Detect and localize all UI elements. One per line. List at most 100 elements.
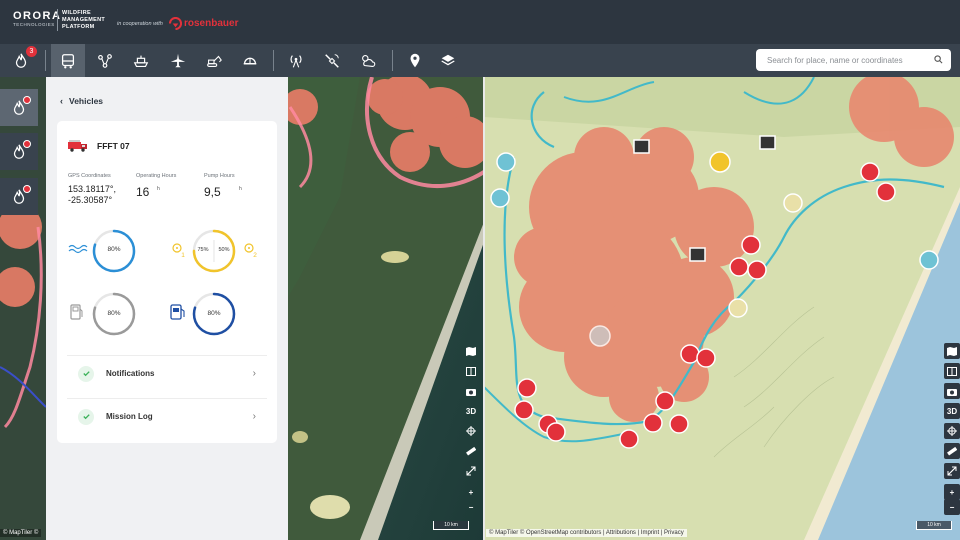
foam-2-index: 2 (253, 252, 257, 259)
partner-name: rosenbauer (184, 18, 239, 29)
topographic-map[interactable] (484, 77, 960, 540)
map-style-button[interactable] (944, 343, 960, 359)
split-view-icon (947, 366, 957, 376)
back-label: Vehicles (69, 96, 104, 106)
crosshair-icon (947, 426, 957, 436)
fire-event-card[interactable] (0, 89, 38, 126)
3d-toggle-button[interactable]: 3D (944, 403, 960, 419)
zoom-out-button[interactable]: − (463, 499, 479, 515)
camera-icon (466, 388, 476, 396)
fire-event-card[interactable] (0, 178, 38, 215)
screenshot-button[interactable] (463, 383, 479, 399)
map-icon (947, 346, 957, 356)
partner-logo: rosenbauer (169, 17, 238, 30)
gps-line-1: 153.18117°, (68, 184, 116, 194)
locate-button[interactable] (463, 423, 479, 439)
layers-icon (441, 54, 455, 65)
top-bar: ORORA TECHNOLOGIES WILDFIRE MANAGEMENT P… (0, 0, 960, 44)
water-level-text: 80% (107, 246, 121, 253)
vehicle-card: FFFT 07 GPS Coordinates 153.18117°, -25.… (57, 121, 277, 443)
logo-main-text: ORORA (13, 10, 62, 22)
boat-icon (133, 55, 149, 67)
map-icon (466, 346, 476, 356)
alert-dot (23, 96, 31, 104)
split-view-button[interactable] (944, 363, 960, 379)
excavator-icon (207, 55, 222, 67)
chevron-right-icon: › (252, 368, 256, 379)
network-icon (98, 53, 112, 68)
ruler-icon (947, 446, 957, 456)
alert-dot (23, 185, 31, 193)
measure-button[interactable] (944, 443, 960, 459)
tool-personnel[interactable] (233, 44, 267, 77)
expand-icon (466, 466, 476, 476)
signal-tower-icon (290, 54, 302, 67)
attribution-left[interactable]: © MapTiler © (0, 529, 42, 537)
locate-button[interactable] (944, 423, 960, 439)
measure-button[interactable] (463, 443, 479, 459)
topographic-imagery (484, 77, 960, 540)
fuel-icon (70, 304, 83, 320)
zoom-in-button[interactable]: + (463, 484, 479, 500)
tool-network[interactable] (88, 44, 122, 77)
platform-line-3: PLATFORM (62, 24, 95, 30)
map-scale-right: 10 km (916, 521, 952, 530)
aircraft-marker (709, 151, 731, 173)
tool-vehicles[interactable] (51, 44, 85, 77)
tool-boats[interactable] (124, 44, 158, 77)
satellite-icon (325, 53, 339, 68)
pump-hours-value: 9,5 (204, 185, 221, 199)
fuel-level-text: 80% (107, 310, 121, 317)
check-icon (78, 365, 94, 382)
orora-logo: ORORA TECHNOLOGIES (13, 10, 61, 27)
gps-label: GPS Coordinates (68, 173, 111, 179)
tool-signal[interactable] (279, 44, 313, 77)
split-view-icon (466, 366, 476, 376)
notifications-row[interactable]: Notifications › (67, 355, 267, 391)
location-pin-icon (410, 53, 420, 67)
toolbar-separator (273, 50, 274, 71)
back-to-vehicles[interactable]: ‹ Vehicles (60, 96, 103, 106)
fire-event-card[interactable] (0, 133, 38, 170)
fire-alert-badge: 3 (26, 46, 37, 57)
map-split-divider[interactable] (483, 77, 485, 540)
tool-weather[interactable] (351, 44, 385, 77)
crosshair-icon (466, 426, 476, 436)
chevron-right-icon: › (252, 411, 256, 422)
tool-satellite[interactable] (315, 44, 349, 77)
alert-dot (23, 140, 31, 148)
mission-log-label: Mission Log (106, 412, 153, 421)
zoom-out-button[interactable]: − (944, 499, 960, 515)
operating-hours-unit: h (157, 186, 160, 192)
adblue-icon (170, 304, 185, 320)
split-view-button[interactable] (463, 363, 479, 379)
check-icon (78, 408, 94, 425)
airplane-icon (170, 53, 186, 67)
search-icon[interactable] (934, 55, 943, 64)
search-input[interactable] (756, 49, 926, 71)
fullscreen-button[interactable] (463, 463, 479, 479)
logo-sub-text: TECHNOLOGIES (13, 22, 55, 27)
attribution-right[interactable]: © MapTiler © OpenStreetMap contributors … (486, 529, 687, 537)
screenshot-button[interactable] (944, 383, 960, 399)
fire-truck-icon (68, 140, 87, 152)
tool-fire-alerts[interactable]: 3 (4, 44, 38, 77)
chevron-left-icon: ‹ (60, 96, 63, 106)
tool-excavator[interactable] (197, 44, 231, 77)
foam-1-index: 1 (181, 252, 185, 259)
mission-log-row[interactable]: Mission Log › (67, 398, 267, 434)
expand-icon (947, 466, 957, 476)
bus-icon (61, 53, 75, 68)
gps-line-2: -25.30587° (68, 195, 113, 205)
tool-layers[interactable] (431, 44, 465, 77)
zoom-in-button[interactable]: + (944, 484, 960, 500)
toolbar-separator (392, 50, 393, 71)
3d-toggle-button[interactable]: 3D (463, 403, 479, 419)
fullscreen-button[interactable] (944, 463, 960, 479)
tool-aircraft[interactable] (161, 44, 195, 77)
tool-location[interactable] (398, 44, 432, 77)
cooperation-text: in cooperation with (117, 21, 163, 27)
map-style-button[interactable] (463, 343, 479, 359)
operating-hours-label: Operating Hours (136, 173, 177, 179)
water-icon (68, 244, 88, 254)
